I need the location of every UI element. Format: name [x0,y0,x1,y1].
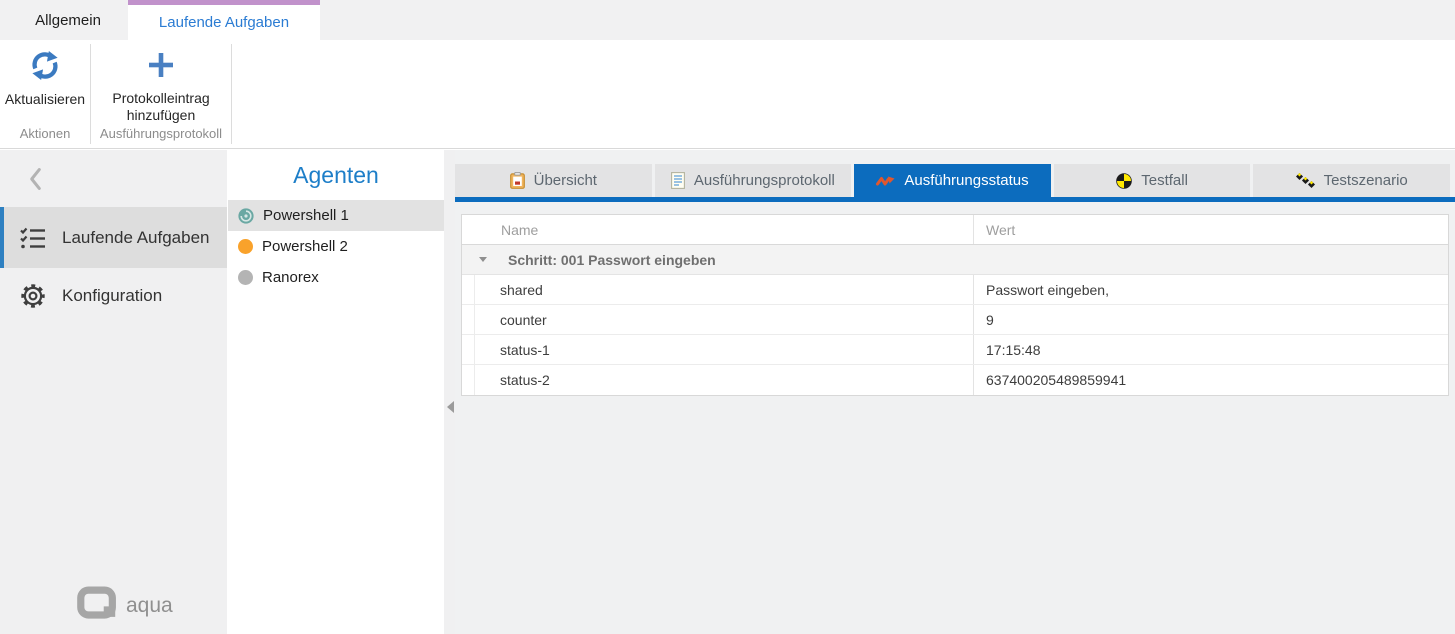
row-indent [462,275,475,304]
agent-label: Powershell 2 [262,238,348,255]
agent-busy-icon [238,208,254,224]
task-list-icon [18,226,48,250]
ribbon-group-ausfuehrungsprotokoll: Protokolleintrag hinzufügen Ausführungsp… [91,44,232,144]
collapse-group-icon[interactable] [479,257,487,262]
ribbon-tab-band: Allgemein Laufende Aufgaben [0,0,1455,40]
sidebar-item-label: Laufende Aufgaben [62,228,209,248]
chevron-left-icon [27,166,44,197]
agent-label: Powershell 1 [263,207,349,224]
agent-online-icon [238,239,253,254]
row-indent [462,365,475,395]
pulse-icon [876,174,895,188]
table-group-row[interactable]: Schritt: 001 Passwort eingeben [462,245,1448,275]
agent-offline-icon [238,270,253,285]
add-protocol-entry-label: Protokolleintrag hinzufügen [91,90,231,124]
ribbon-tab-label: Allgemein [35,12,101,29]
ribbon-tab-laufende-aufgaben[interactable]: Laufende Aufgaben [128,0,320,40]
sidebar-collapse-button[interactable] [20,166,50,196]
sidebar-item-konfiguration[interactable]: Konfiguration [0,268,227,324]
active-tab-underline [455,197,1455,202]
row-value: 9 [973,305,1448,334]
refresh-button[interactable]: Aktualisieren [0,46,90,122]
tab-label: Ausführungsstatus [904,172,1028,189]
tab-uebersicht[interactable]: Übersicht [455,164,652,197]
ribbon-tab-label: Laufende Aufgaben [159,14,289,31]
column-header-name[interactable]: Name [462,215,973,244]
column-header-wert[interactable]: Wert [973,215,1448,244]
testscenario-icon [1296,173,1315,189]
row-value: 17:15:48 [973,335,1448,364]
ribbon: Aktualisieren Aktionen Protokolleintrag … [0,40,1455,149]
agents-panel-title: Agenten [228,150,444,200]
add-protocol-entry-button[interactable]: Protokolleintrag hinzufügen [91,46,231,122]
tab-testszenario[interactable]: Testszenario [1253,164,1450,197]
aqua-logo-icon [76,586,120,626]
sidebar-item-laufende-aufgaben[interactable]: Laufende Aufgaben [0,207,227,268]
tab-testfall[interactable]: Testfall [1054,164,1251,197]
clipboard-icon [510,172,525,189]
sidebar-item-label: Konfiguration [62,286,162,306]
tab-label: Ausführungsprotokoll [694,172,835,189]
aqua-logo-text: aqua [126,594,173,618]
sidebar: Laufende Aufgaben Konfiguration aqua [0,150,227,634]
tab-ausfuehrungsstatus[interactable]: Ausführungsstatus [854,164,1051,197]
row-indent [462,305,475,334]
row-value: Passwort eingeben, [973,275,1448,304]
row-name: status-1 [475,342,550,358]
group-header-label: Schritt: 001 Passwort eingeben [508,252,716,268]
row-name: counter [475,312,547,328]
table-row[interactable]: status-1 17:15:48 [462,335,1448,365]
tab-label: Testfall [1141,172,1188,189]
row-value: 637400205489859941 [973,365,1448,395]
agents-panel: Agenten Powershell 1 Powershell 2 Ranore… [228,150,444,634]
panel-splitter[interactable] [444,150,455,634]
document-icon [671,172,685,189]
refresh-icon [29,46,61,86]
row-name: shared [475,282,543,298]
splitter-collapse-icon[interactable] [447,401,454,413]
tab-label: Testszenario [1324,172,1408,189]
agent-row-powershell-1[interactable]: Powershell 1 [228,200,444,231]
testcase-icon [1116,173,1132,189]
ribbon-tab-allgemein[interactable]: Allgemein [8,0,128,40]
gear-icon [18,282,48,310]
plus-icon [146,46,176,85]
status-table: Name Wert Schritt: 001 Passwort eingeben… [461,214,1449,396]
table-row[interactable]: status-2 637400205489859941 [462,365,1448,395]
table-header-row: Name Wert [462,215,1448,245]
ribbon-group-aktionen: Aktualisieren Aktionen [0,44,91,144]
table-row[interactable]: counter 9 [462,305,1448,335]
agent-row-ranorex[interactable]: Ranorex [228,262,444,293]
main-area: Laufende Aufgaben Konfiguration aqua [0,150,1455,634]
detail-tab-strip: Übersicht Ausführungsprotokoll [455,164,1450,197]
table-row[interactable]: shared Passwort eingeben, [462,275,1448,305]
aqua-logo: aqua [76,586,173,626]
agent-row-powershell-2[interactable]: Powershell 2 [228,231,444,262]
row-indent [462,335,475,364]
agent-label: Ranorex [262,269,319,286]
detail-panel: Übersicht Ausführungsprotokoll [455,150,1455,634]
tab-label: Übersicht [534,172,597,189]
ribbon-group-caption: Aktionen [0,126,90,141]
ribbon-group-caption: Ausführungsprotokoll [91,126,231,141]
row-name: status-2 [475,372,550,388]
tab-ausfuehrungsprotokoll[interactable]: Ausführungsprotokoll [655,164,852,197]
refresh-button-label: Aktualisieren [5,91,85,108]
